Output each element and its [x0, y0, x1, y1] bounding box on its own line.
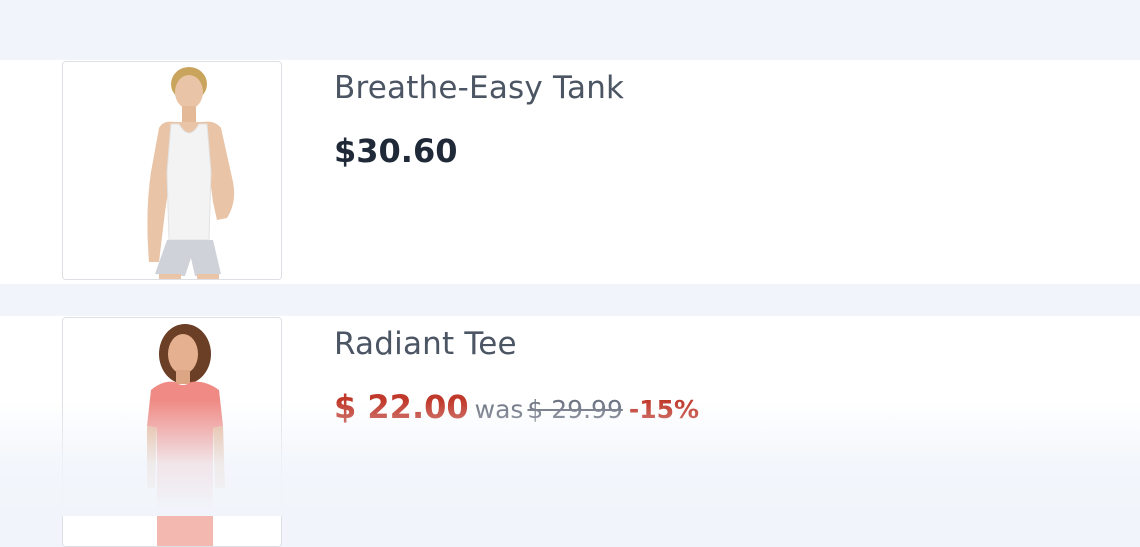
product-price-line: $ 22.00 was $ 29.99 -15% — [334, 388, 699, 426]
product-name[interactable]: Radiant Tee — [334, 326, 517, 362]
product-list-item[interactable]: Radiant Tee $ 22.00 was $ 29.99 -15% — [0, 316, 1140, 547]
product-price: $30.60 — [334, 132, 458, 170]
woman-pink-tee-photo-icon — [63, 318, 281, 546]
discount-badge: -15% — [628, 395, 700, 424]
product-thumbnail[interactable] — [62, 317, 282, 547]
original-price: $ 29.99 — [527, 395, 623, 424]
product-thumbnail[interactable] — [62, 61, 282, 280]
was-label: was — [474, 395, 524, 424]
sale-price: $ 22.00 — [334, 388, 469, 426]
page-top-spacer — [0, 0, 1140, 60]
product-list-item[interactable]: Breathe-Easy Tank $30.60 — [0, 60, 1140, 284]
product-name[interactable]: Breathe-Easy Tank — [334, 70, 624, 106]
woman-white-tank-top-photo-icon — [63, 62, 281, 279]
